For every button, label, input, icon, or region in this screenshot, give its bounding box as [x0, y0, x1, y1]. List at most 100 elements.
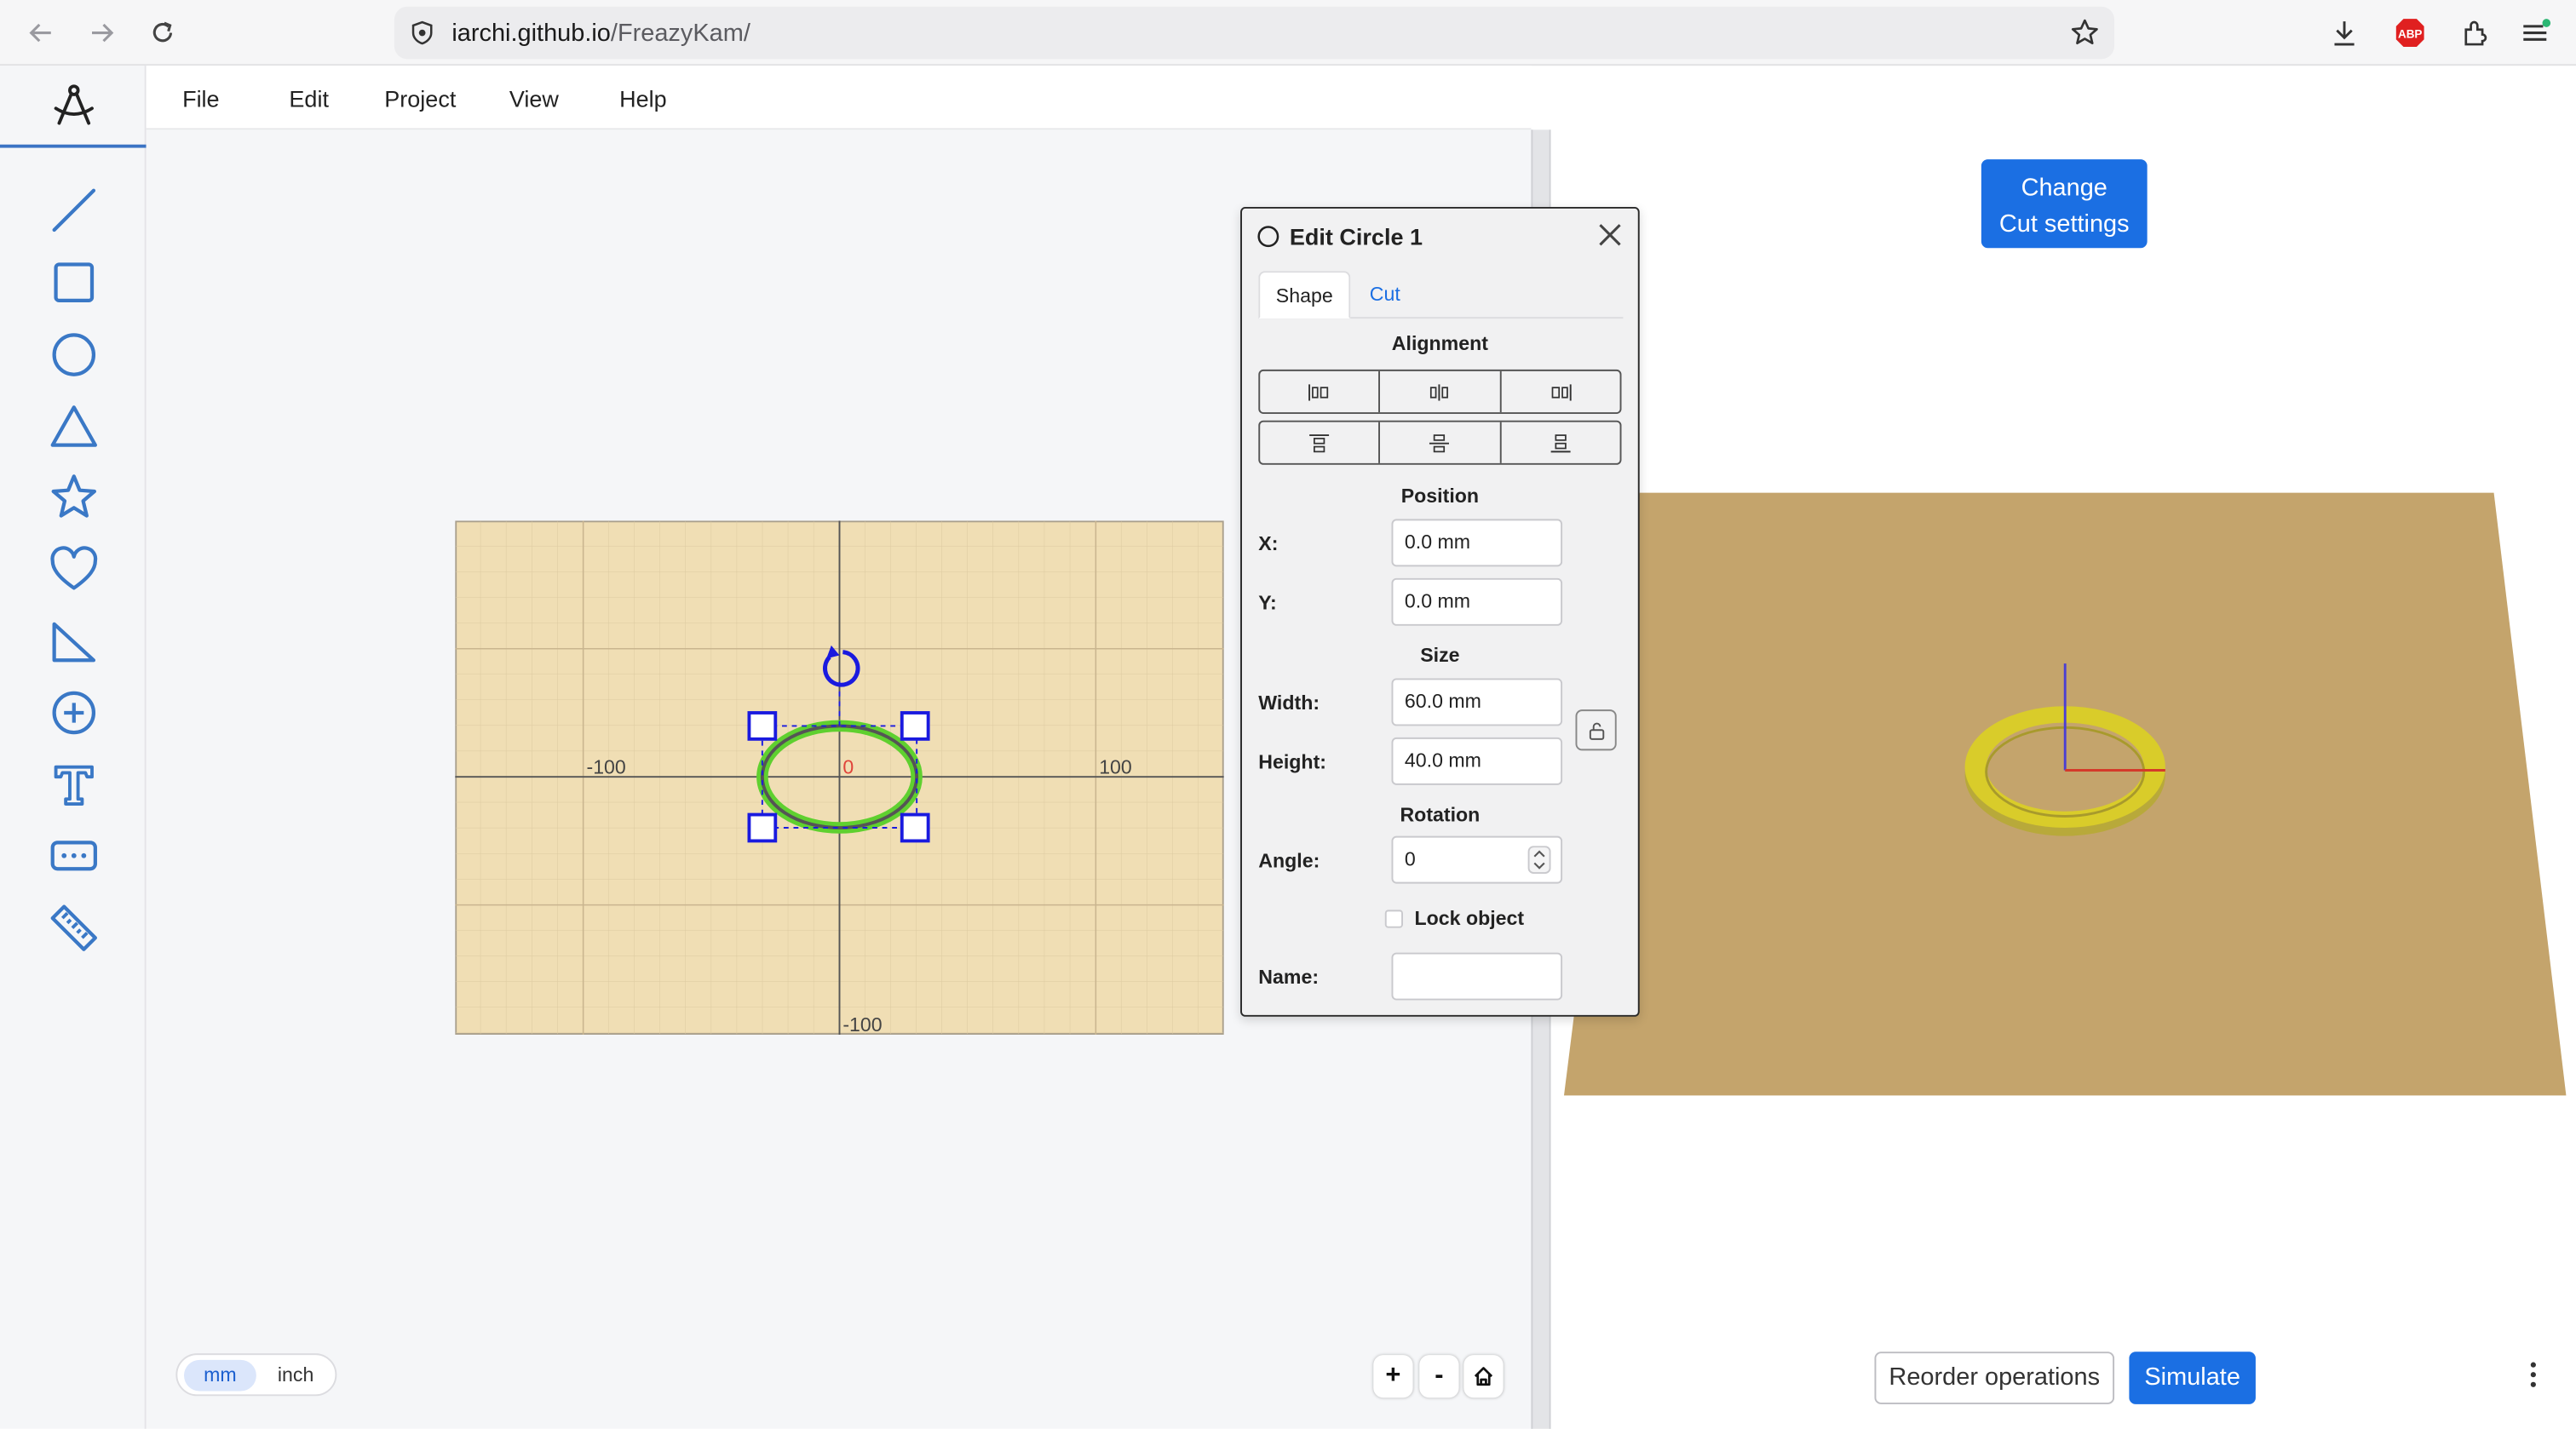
- angle-value: 0: [1404, 847, 1416, 871]
- change-cut-settings-button[interactable]: Change Cut settings: [1981, 159, 2148, 249]
- name-label: Name:: [1258, 965, 1320, 989]
- download-icon[interactable]: [2326, 14, 2362, 50]
- rotation-heading: Rotation: [1400, 803, 1481, 827]
- adblock-icon[interactable]: ABP: [2392, 14, 2428, 50]
- home-view-button[interactable]: [1463, 1355, 1504, 1398]
- menu-edit[interactable]: Edit: [289, 85, 329, 112]
- zoom-out-button[interactable]: -: [1419, 1355, 1459, 1398]
- height-input[interactable]: 40.0 mm: [1391, 737, 1563, 785]
- align-middle-v-icon: [1429, 433, 1450, 452]
- resize-handle-tr[interactable]: [900, 711, 930, 741]
- close-icon[interactable]: [1597, 221, 1624, 248]
- right-triangle-tool-icon[interactable]: [43, 611, 105, 673]
- unit-mm[interactable]: mm: [183, 1359, 256, 1392]
- align-bottom-icon: [1550, 433, 1571, 452]
- dotted-box-tool-icon[interactable]: [43, 824, 105, 887]
- resize-handle-tl[interactable]: [747, 711, 778, 741]
- y-input[interactable]: 0.0 mm: [1391, 577, 1563, 626]
- triangle-tool-icon[interactable]: [43, 396, 105, 458]
- edit-shape-dialog: Edit Circle 1 Shape Cut Alignment Positi…: [1240, 206, 1640, 1017]
- name-input[interactable]: [1391, 952, 1563, 1001]
- align-center-h-button[interactable]: [1381, 370, 1502, 413]
- resize-handle-br[interactable]: [900, 812, 930, 843]
- axis-label-origin: 0: [842, 755, 854, 778]
- width-input[interactable]: 60.0 mm: [1391, 678, 1563, 726]
- add-shape-tool-icon[interactable]: [43, 681, 105, 743]
- extensions-icon[interactable]: [2458, 14, 2493, 50]
- reorder-operations-button[interactable]: Reorder operations: [1874, 1352, 2115, 1404]
- more-options-icon[interactable]: [2520, 1355, 2546, 1394]
- ruler-tool-icon[interactable]: [43, 897, 105, 959]
- forward-icon[interactable]: [80, 13, 123, 52]
- height-label: Height:: [1258, 750, 1326, 774]
- circle-tool-icon[interactable]: [43, 324, 105, 386]
- dialog-title: Edit Circle 1: [1289, 223, 1423, 250]
- line-tool-icon[interactable]: [43, 179, 105, 241]
- svg-text:ABP: ABP: [2398, 27, 2422, 40]
- angle-label: Angle:: [1258, 849, 1320, 873]
- angle-stepper-icon[interactable]: [1527, 846, 1551, 874]
- preview-3d-panel[interactable]: Change Cut settings Reorder operations S…: [1550, 129, 2576, 1429]
- alignment-heading: Alignment: [1391, 331, 1488, 355]
- axis-label-left: -100: [586, 755, 625, 778]
- reload-icon[interactable]: [141, 13, 184, 52]
- tab-shape[interactable]: Shape: [1258, 271, 1351, 319]
- circle-shape-icon: [1257, 226, 1279, 248]
- heart-tool-icon[interactable]: [43, 539, 105, 601]
- align-top-button[interactable]: [1260, 422, 1381, 463]
- position-heading: Position: [1400, 484, 1480, 508]
- home-icon: [1474, 1367, 1493, 1386]
- simulate-button[interactable]: Simulate: [2129, 1352, 2256, 1404]
- x-input[interactable]: 0.0 mm: [1391, 519, 1563, 567]
- menu-view[interactable]: View: [509, 85, 559, 112]
- vertical-align-group: [1258, 420, 1622, 465]
- app-logo-tab[interactable]: [0, 66, 147, 148]
- menu-project[interactable]: Project: [384, 85, 456, 112]
- align-bottom-button[interactable]: [1501, 422, 1619, 463]
- align-center-h-icon: [1430, 383, 1449, 400]
- align-right-button[interactable]: [1501, 371, 1619, 412]
- shield-icon[interactable]: [409, 20, 435, 46]
- aspect-lock-button[interactable]: [1575, 709, 1617, 751]
- axis-label-right: 100: [1099, 755, 1132, 778]
- star-tool-icon[interactable]: [43, 467, 105, 529]
- align-middle-v-button[interactable]: [1381, 422, 1502, 463]
- zoom-in-button[interactable]: +: [1373, 1355, 1413, 1398]
- resize-handle-bl[interactable]: [747, 812, 778, 843]
- menu-bar: File Edit Project View Help: [146, 66, 1532, 130]
- menu-help[interactable]: Help: [619, 85, 667, 112]
- lock-object-checkbox[interactable]: [1384, 910, 1403, 928]
- address-bar[interactable]: iarchi.github.io/FreazyKam/: [394, 6, 2115, 60]
- workpiece-2d[interactable]: 100 -100 -100 100 0: [455, 520, 1224, 1035]
- compass-logo-icon: [53, 84, 93, 125]
- text-tool-icon[interactable]: [43, 754, 105, 816]
- url-text: iarchi.github.io/FreazyKam/: [451, 20, 750, 48]
- y-label: Y:: [1258, 591, 1277, 615]
- dialog-tabs: Shape Cut: [1258, 271, 1624, 319]
- size-heading: Size: [1420, 643, 1460, 667]
- back-icon[interactable]: [20, 13, 62, 52]
- change-cut-line2: Cut settings: [1998, 209, 2130, 238]
- tab-cut[interactable]: Cut: [1354, 271, 1416, 319]
- lock-object-label: Lock object: [1414, 906, 1525, 930]
- axis-label-bottom: -100: [842, 1013, 882, 1035]
- x-label: X:: [1258, 531, 1279, 555]
- browser-toolbar: iarchi.github.io/FreazyKam/ ABP: [0, 0, 2576, 66]
- axis-label-top: 100: [842, 520, 876, 521]
- workpiece-3d[interactable]: [1551, 129, 2576, 1428]
- rectangle-tool-icon[interactable]: [43, 251, 105, 313]
- app-menu-icon[interactable]: [2517, 14, 2553, 50]
- unit-inch[interactable]: inch: [260, 1360, 332, 1392]
- menu-file[interactable]: File: [182, 85, 220, 112]
- horizontal-align-group: [1258, 369, 1622, 414]
- zoom-controls: + -: [1373, 1355, 1504, 1398]
- dialog-header[interactable]: Edit Circle 1: [1242, 209, 1638, 261]
- align-right-icon: [1551, 383, 1572, 400]
- width-label: Width:: [1258, 691, 1320, 714]
- align-top-icon: [1309, 433, 1330, 452]
- tool-sidebar: [0, 66, 147, 1429]
- change-cut-line1: Change: [2021, 174, 2107, 203]
- angle-input[interactable]: 0: [1391, 835, 1563, 884]
- align-left-button[interactable]: [1260, 370, 1381, 413]
- bookmark-star-icon[interactable]: [2068, 16, 2102, 49]
